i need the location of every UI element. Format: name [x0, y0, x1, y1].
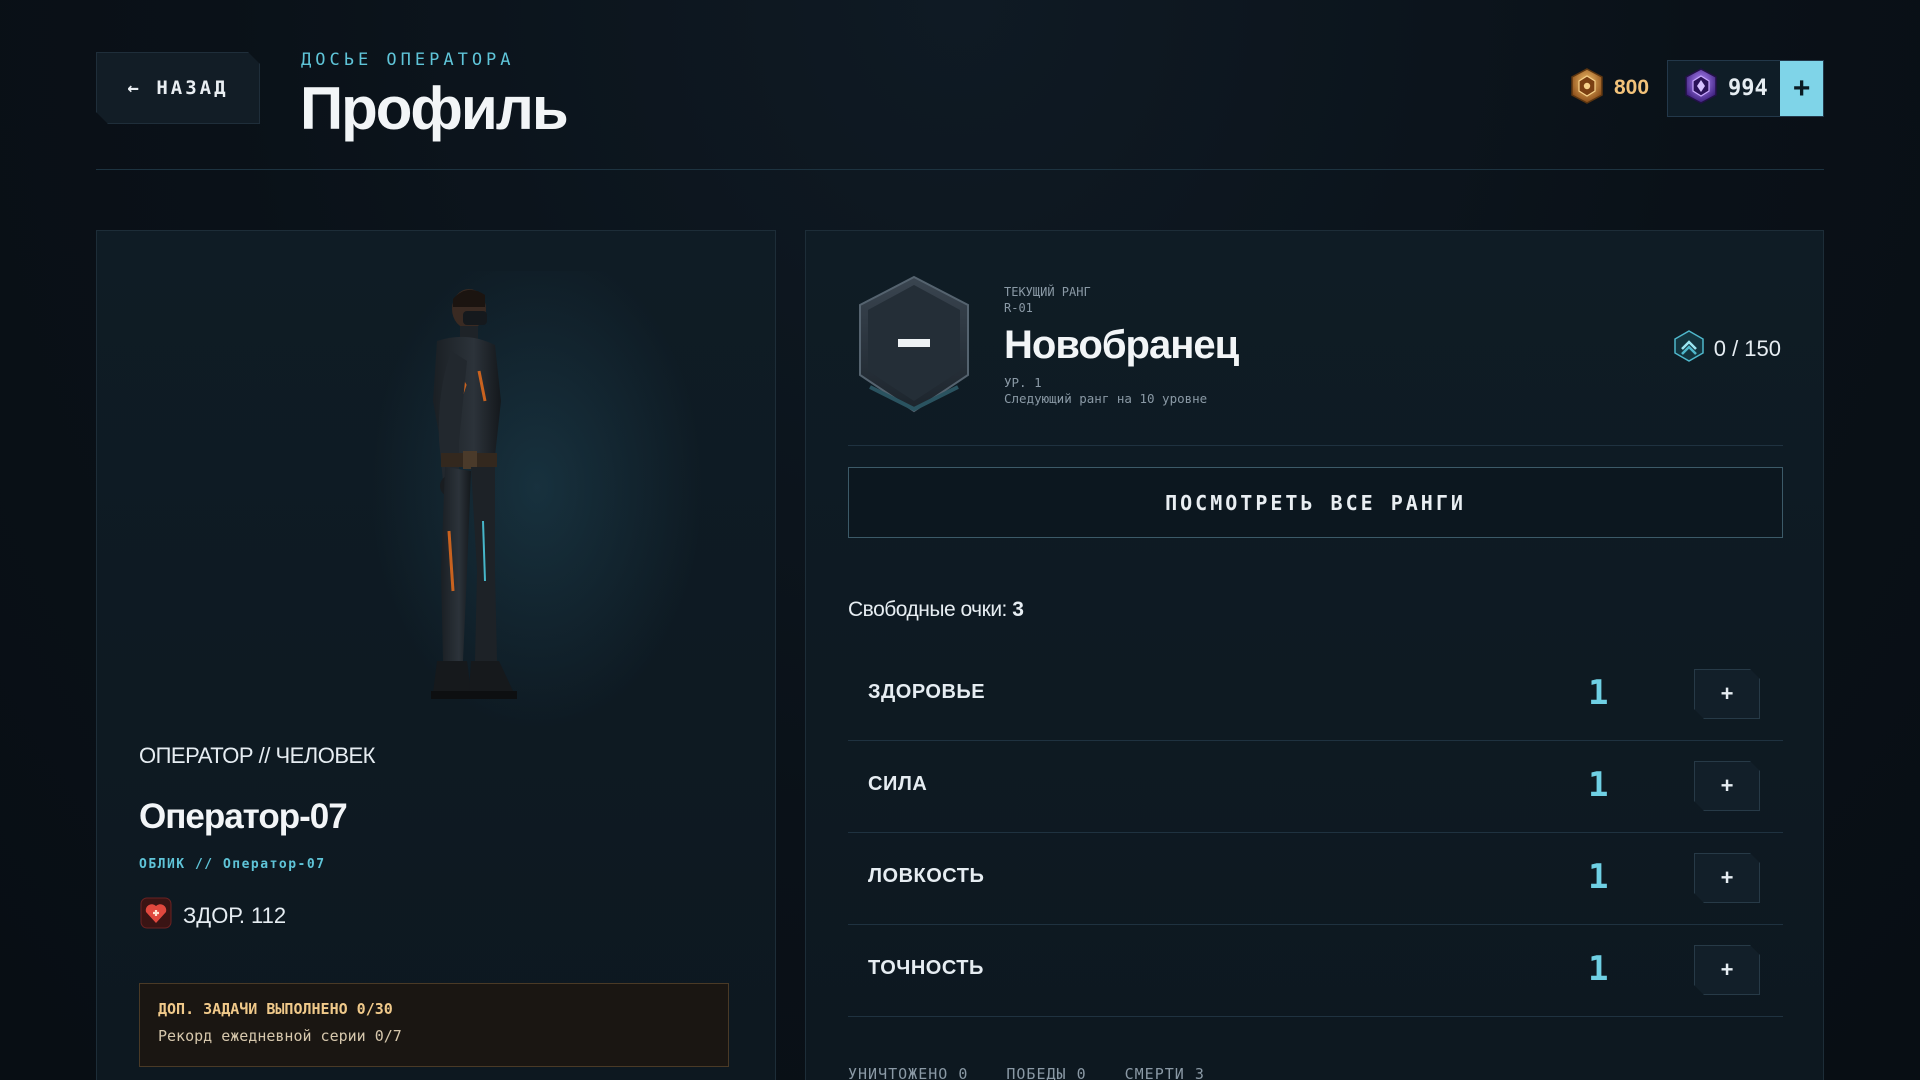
- rank-details: УР. 1 Следующий ранг на 10 уровне: [1004, 375, 1207, 407]
- add-gems-button[interactable]: +: [1780, 61, 1823, 116]
- operator-panel: ОПЕРАТОР // ЧЕЛОВЕК Оператор-07 ОБЛИК //…: [96, 230, 776, 1080]
- gold-currency: 800: [1570, 67, 1650, 109]
- stat-label: ЛОВКОСТЬ: [868, 865, 985, 887]
- stat-label: ЗДОРОВЬЕ: [868, 681, 986, 703]
- rank-name: Новобранец: [1004, 323, 1239, 367]
- operator-health: ЗДОР. 112: [139, 896, 286, 936]
- free-points: Свободные очки: 3: [848, 598, 1024, 622]
- stats-list: ЗДОРОВЬЕ 1 + СИЛА 1 + ЛОВКОСТЬ 1 + ТОЧНО…: [848, 649, 1783, 1017]
- operator-character-image: [431, 289, 517, 699]
- header-divider: [96, 169, 1824, 170]
- stat-value: 1: [1588, 765, 1609, 805]
- stat-value: 1: [1588, 857, 1609, 897]
- quest-progress-box: ДОП. ЗАДАЧИ ВЫПОЛНЕНО 0/30 Рекорд ежедне…: [139, 983, 729, 1067]
- operator-type: ОПЕРАТОР // ЧЕЛОВЕК: [139, 743, 376, 768]
- view-all-ranks-button[interactable]: ПОСМОТРЕТЬ ВСЕ РАНГИ: [848, 467, 1783, 538]
- stat-label: СИЛА: [868, 773, 928, 795]
- rank-kicker: ТЕКУЩИЙ РАНГ R-01: [1004, 284, 1091, 316]
- rank-kicker-label: ТЕКУЩИЙ РАНГ: [1004, 285, 1091, 299]
- stat-label: ТОЧНОСТЬ: [868, 957, 984, 979]
- kills-count: УНИЧТОЖЕНО 0: [848, 1065, 969, 1080]
- stat-row-accuracy: ТОЧНОСТЬ 1 +: [848, 925, 1783, 1017]
- gem-amount: 994: [1728, 76, 1768, 101]
- heart-icon: [139, 896, 173, 936]
- gem-currency: 994 +: [1667, 60, 1824, 117]
- rank-divider: [848, 445, 1783, 446]
- rank-panel: ТЕКУЩИЙ РАНГ R-01 Новобранец УР. 1 Следу…: [805, 230, 1824, 1080]
- deaths-count: СМЕРТИ 3: [1124, 1065, 1205, 1080]
- increase-health-button[interactable]: +: [1694, 669, 1760, 719]
- gold-amount: 800: [1614, 76, 1650, 99]
- stat-row-agility: ЛОВКОСТЬ 1 +: [848, 833, 1783, 925]
- increase-strength-button[interactable]: +: [1694, 761, 1760, 811]
- gold-coin-icon: [1570, 67, 1604, 109]
- rank-xp: 0 / 150: [1672, 329, 1781, 369]
- rank-xp-value: 0 / 150: [1713, 336, 1781, 361]
- rank-chevron-icon: [1672, 329, 1706, 369]
- stat-value: 1: [1588, 673, 1609, 713]
- operator-skin: ОБЛИК // Оператор-07: [139, 857, 326, 872]
- increase-accuracy-button[interactable]: +: [1694, 945, 1760, 995]
- purple-gem-icon: [1684, 68, 1718, 109]
- page-title: Профиль: [300, 75, 569, 142]
- rank-code: R-01: [1004, 301, 1033, 315]
- increase-agility-button[interactable]: +: [1694, 853, 1760, 903]
- free-points-label: Свободные очки:: [848, 598, 1013, 621]
- back-button[interactable]: ← НАЗАД: [96, 52, 260, 124]
- stat-value: 1: [1588, 949, 1609, 989]
- operator-name: Оператор-07: [139, 797, 348, 836]
- daily-streak-record: Рекорд ежедневной серии 0/7: [158, 1027, 402, 1045]
- stat-row-strength: СИЛА 1 +: [848, 741, 1783, 833]
- stat-row-health: ЗДОРОВЬЕ 1 +: [848, 649, 1783, 741]
- player-level: УР. 1: [1004, 375, 1042, 390]
- wins-count: ПОБЕДЫ 0: [1006, 1065, 1087, 1080]
- page-kicker: ДОСЬЕ ОПЕРАТОРА: [301, 50, 515, 70]
- next-rank-hint: Следующий ранг на 10 уровне: [1004, 391, 1208, 406]
- rank-badge-icon: [859, 275, 969, 413]
- combat-tally: УНИЧТОЖЕНО 0 ПОБЕДЫ 0 СМЕРТИ 3: [848, 1065, 1205, 1080]
- operator-health-label: ЗДОР. 112: [183, 903, 287, 928]
- side-tasks-progress: ДОП. ЗАДАЧИ ВЫПОЛНЕНО 0/30: [158, 1000, 393, 1018]
- free-points-value: 3: [1012, 598, 1024, 621]
